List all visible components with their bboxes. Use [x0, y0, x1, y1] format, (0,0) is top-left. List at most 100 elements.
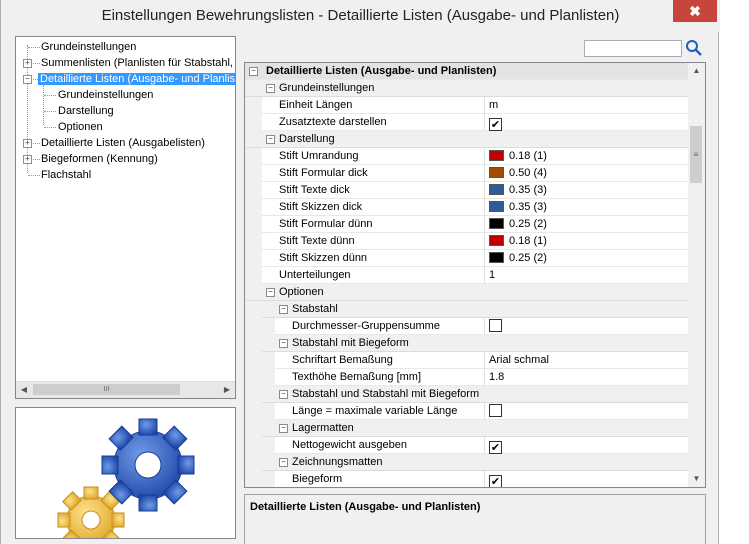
category-stabstahl-biegeform[interactable]: − Stabstahl mit Biegeform: [245, 335, 689, 352]
category-zeichnungsmatten[interactable]: − Zeichnungsmatten: [245, 454, 689, 471]
property-value[interactable]: 1.8: [484, 369, 689, 385]
property-row[interactable]: Stift Skizzen dünn 0.25 (2): [245, 250, 689, 267]
property-label: Stift Formular dick: [279, 167, 368, 179]
property-row[interactable]: Schriftart Bemaßung Arial schmal: [245, 352, 689, 369]
expand-icon[interactable]: +: [23, 155, 32, 164]
collapse-icon[interactable]: −: [279, 390, 288, 399]
property-value[interactable]: 0.18 (1): [484, 148, 689, 164]
tree-item-label: Darstellung: [58, 105, 114, 117]
category-label: Optionen: [279, 286, 324, 298]
expand-icon[interactable]: +: [23, 59, 32, 68]
property-grid: − Detaillierte Listen (Ausgabe- und Plan…: [244, 62, 706, 488]
expand-icon[interactable]: +: [23, 139, 32, 148]
scroll-thumb[interactable]: ≡: [690, 126, 702, 183]
property-row[interactable]: Länge = maximale variable Länge: [245, 403, 689, 420]
property-value[interactable]: 0.50 (4): [484, 165, 689, 181]
property-value[interactable]: m: [484, 97, 689, 113]
category-label: Stabstahl: [292, 303, 338, 315]
category-stabstahl[interactable]: − Stabstahl: [245, 301, 689, 318]
category-grundeinstellungen[interactable]: − Grundeinstellungen: [245, 80, 689, 97]
property-value[interactable]: 0.25 (2): [484, 216, 689, 232]
property-label: Stift Skizzen dick: [279, 201, 363, 213]
category-label: Detaillierte Listen (Ausgabe- und Planli…: [266, 65, 497, 77]
property-row[interactable]: Texthöhe Bemaßung [mm] 1.8: [245, 369, 689, 386]
biegeform-checkbox[interactable]: ✔: [489, 475, 502, 487]
tree-item-sub-darstellung[interactable]: Darstellung: [58, 103, 114, 119]
navigation-tree: Grundeinstellungen + Summenlisten (Planl…: [15, 36, 236, 399]
property-row[interactable]: Stift Texte dünn 0.18 (1): [245, 233, 689, 250]
category-darstellung[interactable]: − Darstellung: [245, 131, 689, 148]
category-lagermatten[interactable]: − Lagermatten: [245, 420, 689, 437]
tree-item-label: Biegeformen (Kennung): [41, 153, 158, 165]
pen-color-swatch: [489, 252, 504, 263]
zusatztexte-checkbox[interactable]: ✔: [489, 118, 502, 131]
property-row[interactable]: Stift Skizzen dick 0.35 (3): [245, 199, 689, 216]
pen-color-swatch: [489, 184, 504, 195]
property-row[interactable]: Durchmesser-Gruppensumme: [245, 318, 689, 335]
property-row[interactable]: Nettogewicht ausgeben ✔: [245, 437, 689, 454]
property-row[interactable]: Stift Formular dünn 0.25 (2): [245, 216, 689, 233]
nettogewicht-checkbox[interactable]: ✔: [489, 441, 502, 454]
category-optionen[interactable]: − Optionen: [245, 284, 689, 301]
property-label: Stift Skizzen dünn: [279, 252, 368, 264]
category-label: Zeichnungsmatten: [292, 456, 383, 468]
property-row[interactable]: Zusatztexte darstellen ✔: [245, 114, 689, 131]
scroll-right-icon[interactable]: ▶: [219, 382, 235, 398]
pen-color-swatch: [489, 150, 504, 161]
grid-vertical-scrollbar[interactable]: ▲ ≡ ▼: [688, 63, 705, 487]
property-value: ✔: [484, 471, 689, 487]
property-row[interactable]: Unterteilungen 1: [245, 267, 689, 284]
property-row[interactable]: Stift Umrandung 0.18 (1): [245, 148, 689, 165]
tree-item-ausgabelisten[interactable]: Detaillierte Listen (Ausgabelisten): [41, 135, 205, 151]
property-value[interactable]: 1: [484, 267, 689, 283]
tree-line: [43, 85, 44, 125]
row-gutter: [245, 97, 262, 114]
tree-item-flachstahl[interactable]: Flachstahl: [41, 167, 91, 183]
property-value[interactable]: 0.35 (3): [484, 182, 689, 198]
tree-item-sub-grundeinstellungen[interactable]: Grundeinstellungen: [58, 87, 153, 103]
category-detaillierte-listen[interactable]: − Detaillierte Listen (Ausgabe- und Plan…: [245, 63, 689, 80]
scroll-down-icon[interactable]: ▼: [688, 471, 705, 487]
laenge-checkbox[interactable]: [489, 404, 502, 417]
scroll-up-icon[interactable]: ▲: [688, 63, 705, 79]
tree-horizontal-scrollbar[interactable]: ◀ III ▶: [16, 381, 235, 398]
row-gutter: [245, 386, 262, 403]
property-value[interactable]: 0.25 (2): [484, 250, 689, 266]
collapse-icon[interactable]: −: [266, 135, 275, 144]
scroll-left-icon[interactable]: ◀: [16, 382, 32, 398]
tree-item-sub-optionen[interactable]: Optionen: [58, 119, 103, 135]
tree-item-detaillierte-planlisten[interactable]: Detaillierte Listen (Ausgabe- und Planli…: [38, 71, 235, 87]
property-row[interactable]: Einheit Längen m: [245, 97, 689, 114]
property-row[interactable]: Stift Texte dick 0.35 (3): [245, 182, 689, 199]
row-gutter: [245, 403, 275, 420]
tree-item-biegeformen[interactable]: Biegeformen (Kennung): [41, 151, 158, 167]
property-row[interactable]: Stift Formular dick 0.50 (4): [245, 165, 689, 182]
title-bar: Einstellungen Bewehrungslisten - Detaill…: [1, 0, 720, 32]
collapse-icon[interactable]: −: [279, 424, 288, 433]
close-button[interactable]: ✖: [673, 0, 717, 22]
collapse-icon[interactable]: −: [266, 84, 275, 93]
property-row[interactable]: Biegeform ✔: [245, 471, 689, 487]
scroll-thumb[interactable]: III: [33, 384, 180, 395]
collapse-icon[interactable]: −: [279, 305, 288, 314]
tree-item-grundeinstellungen[interactable]: Grundeinstellungen: [41, 39, 136, 55]
search-icon[interactable]: [685, 39, 703, 57]
property-value: ✔: [484, 437, 689, 454]
property-value[interactable]: 0.18 (1): [484, 233, 689, 249]
pen-color-swatch: [489, 218, 504, 229]
category-stabstahl-beide[interactable]: − Stabstahl und Stabstahl mit Biegeform: [245, 386, 689, 403]
property-value[interactable]: 0.35 (3): [484, 199, 689, 215]
search-input[interactable]: [584, 40, 682, 57]
collapse-icon[interactable]: −: [266, 288, 275, 297]
pen-color-swatch: [489, 167, 504, 178]
tree-line: [28, 47, 40, 48]
tree-item-label: Detaillierte Listen (Ausgabelisten): [41, 137, 205, 149]
collapse-icon[interactable]: −: [249, 67, 258, 76]
collapse-icon[interactable]: −: [279, 339, 288, 348]
collapse-icon[interactable]: −: [279, 458, 288, 467]
collapse-icon[interactable]: −: [23, 75, 32, 84]
durchmesser-checkbox[interactable]: [489, 319, 502, 332]
tree-item-summenlisten[interactable]: Summenlisten (Planlisten für Stabstahl, …: [41, 55, 235, 71]
row-gutter: [245, 216, 262, 233]
property-value[interactable]: Arial schmal: [484, 352, 689, 368]
